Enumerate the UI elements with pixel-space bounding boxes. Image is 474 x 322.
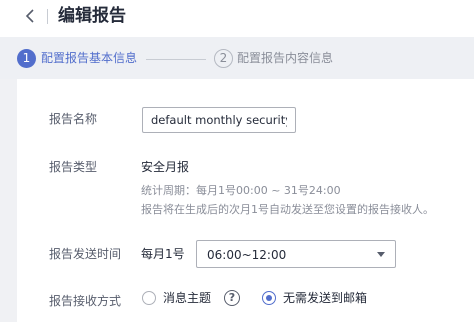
page-header: 编辑报告 [0, 0, 474, 37]
radio-no-email[interactable] [262, 291, 276, 305]
back-button[interactable] [22, 6, 38, 26]
report-name-input[interactable] [142, 107, 296, 133]
report-name-label: 报告名称 [49, 112, 98, 126]
report-type-value: 安全月报 [141, 160, 190, 174]
question-circle-icon[interactable]: ? [224, 290, 240, 306]
header-divider [47, 9, 48, 24]
step-1-number: 1 [17, 49, 36, 68]
send-hint: 报告将在生成后的次月1号自动发送至您设置的报告接收人。 [141, 203, 434, 216]
step-indicator: 1 配置报告基本信息 2 配置报告内容信息 [0, 37, 474, 79]
chevron-left-icon [25, 9, 34, 23]
receive-method-label: 报告接收方式 [49, 294, 122, 308]
step-2-label: 配置报告内容信息 [237, 51, 334, 65]
report-type-label: 报告类型 [49, 160, 98, 174]
step-2-number: 2 [214, 49, 233, 68]
period-hint: 统计周期：每月1号00:00 ~ 31号24:00 [141, 184, 341, 197]
radio-message-topic[interactable] [142, 291, 156, 305]
send-time-selected: 06:00~12:00 [207, 248, 287, 262]
send-time-prefix: 每月1号 [141, 247, 185, 261]
step-connector [146, 59, 206, 60]
page-title: 编辑报告 [58, 6, 126, 26]
no-email-label: 无需发送到邮箱 [283, 291, 368, 305]
form-card: 报告名称 报告类型 安全月报 统计周期：每月1号00:00 ~ 31号24:00… [17, 79, 474, 322]
caret-down-icon [377, 252, 385, 257]
step-1-label: 配置报告基本信息 [41, 51, 138, 65]
send-time-select[interactable]: 06:00~12:00 [196, 240, 396, 268]
send-time-label: 报告发送时间 [49, 247, 122, 261]
message-topic-label: 消息主题 [163, 291, 212, 305]
